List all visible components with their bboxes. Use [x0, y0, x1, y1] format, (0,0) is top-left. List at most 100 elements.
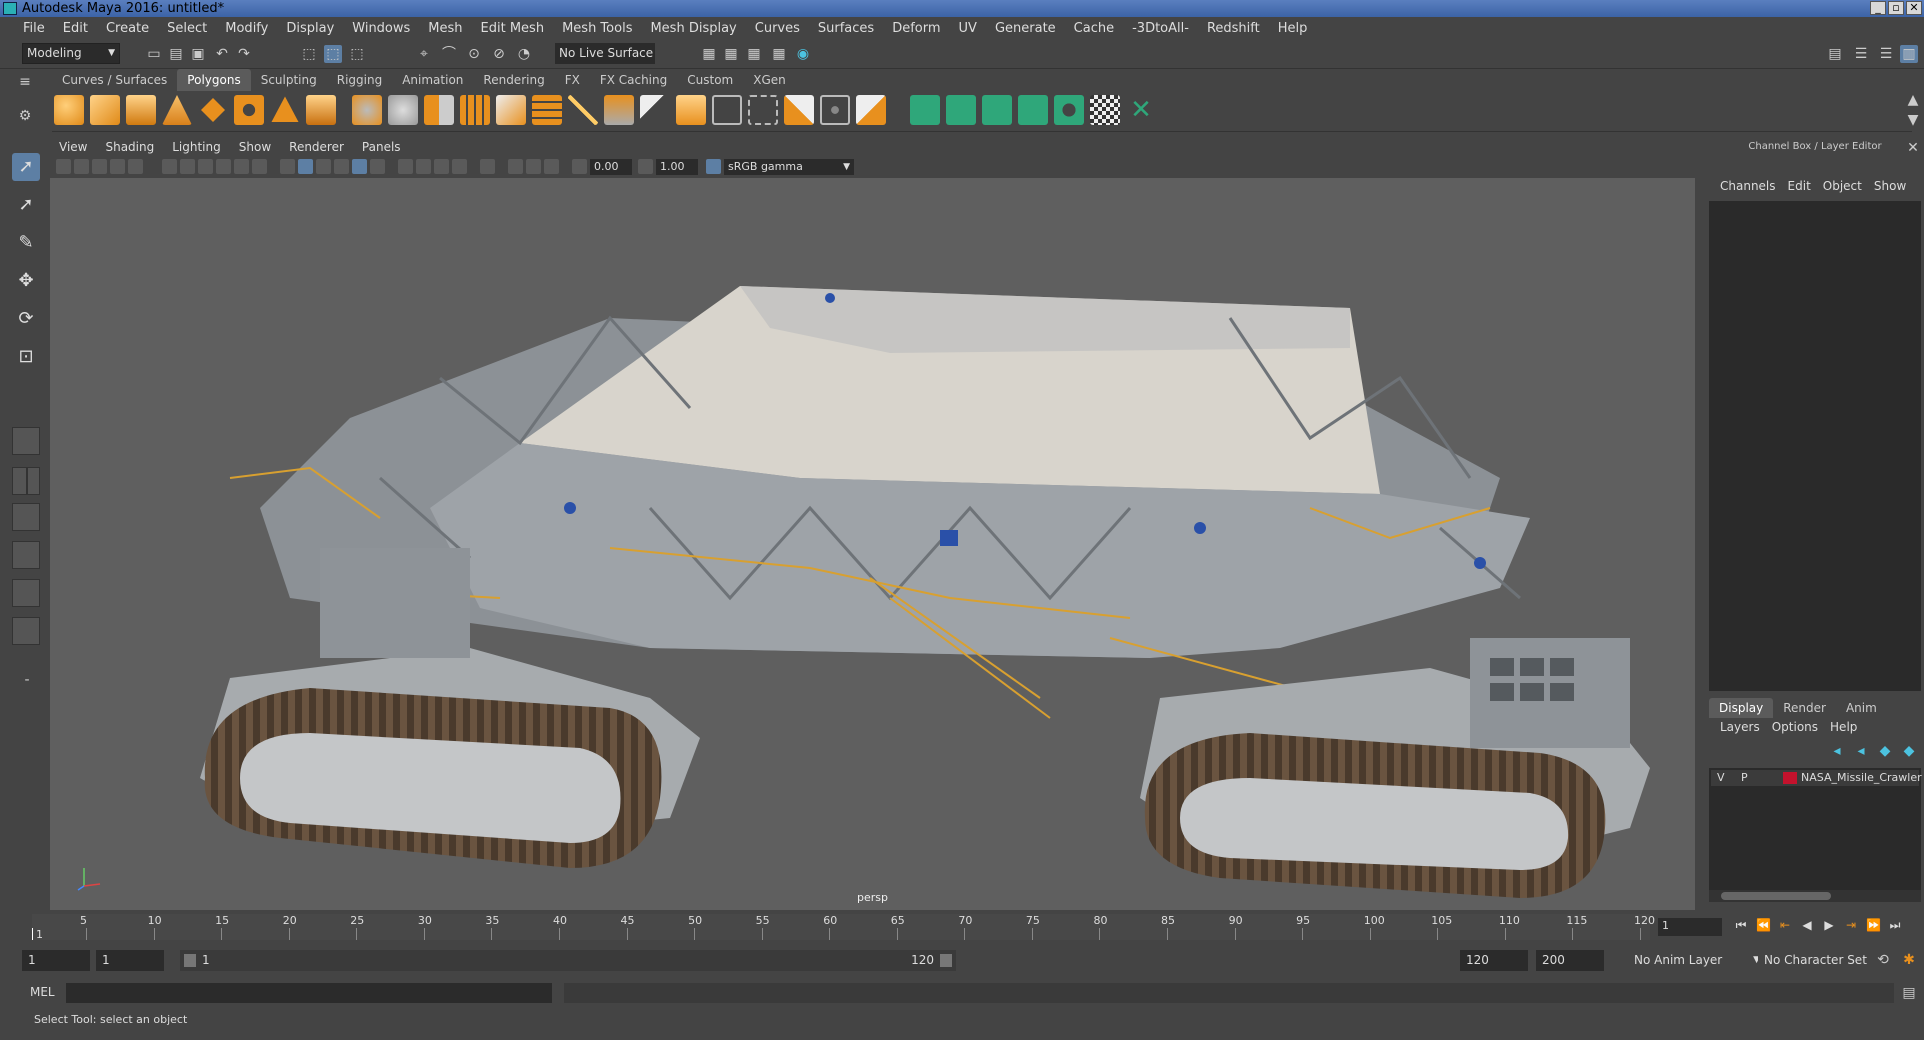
move-layer-down-icon[interactable]: ◂ — [1852, 742, 1870, 760]
panel-menu-renderer[interactable]: Renderer — [280, 139, 353, 156]
shelf-tab-fx-caching[interactable]: FX Caching — [590, 69, 677, 91]
textured-icon[interactable] — [334, 159, 349, 174]
smooth-shade-icon[interactable] — [298, 159, 313, 174]
uv-editor-icon[interactable]: ✕ — [1126, 95, 1156, 125]
target-weld-icon[interactable] — [784, 95, 814, 125]
shelf-settings-icon[interactable]: ⚙ — [16, 107, 34, 125]
layer-playback-toggle[interactable]: P — [1741, 770, 1748, 786]
range-end-handle[interactable] — [940, 954, 952, 967]
hypershade-icon[interactable]: ▦ — [770, 45, 788, 63]
tool-settings-icon[interactable]: ☰ — [1877, 45, 1895, 63]
menu-edit[interactable]: Edit — [54, 21, 97, 36]
snap-point-icon[interactable]: ⊙ — [465, 45, 483, 63]
smooth-icon[interactable] — [460, 95, 490, 125]
uv-planar-icon[interactable] — [910, 95, 940, 125]
anim-layer-select[interactable]: No Anim Layer ▼ — [1628, 950, 1760, 971]
poly-cube-icon[interactable] — [90, 95, 120, 125]
shelf-tab-fx[interactable]: FX — [555, 69, 590, 91]
use-all-lights-icon[interactable] — [352, 159, 367, 174]
step-forward-frame-icon[interactable]: ⇥ — [1844, 918, 1858, 932]
four-view-layout-icon[interactable] — [12, 467, 40, 495]
menu-select[interactable]: Select — [158, 21, 216, 36]
camera-bookmark-icon[interactable] — [74, 159, 89, 174]
isolate-select-icon[interactable] — [480, 159, 495, 174]
select-component-icon[interactable]: ⬚ — [348, 45, 366, 63]
render-view-icon[interactable]: ◉ — [794, 45, 812, 63]
paint-select-tool-icon[interactable]: ✎ — [12, 229, 40, 257]
exposure-icon[interactable] — [572, 159, 587, 174]
current-frame-field[interactable]: 1 — [1658, 918, 1722, 936]
modeling-toolkit-icon[interactable]: ▤ — [1826, 45, 1844, 63]
panel-menu-show[interactable]: Show — [230, 139, 280, 156]
render-settings-icon[interactable]: ▦ — [745, 45, 763, 63]
layer-menu-layers[interactable]: Layers — [1714, 720, 1766, 734]
shelf-tab-rigging[interactable]: Rigging — [327, 69, 392, 91]
motion-blur-icon[interactable] — [416, 159, 431, 174]
combine-icon[interactable] — [352, 95, 382, 125]
menu-cache[interactable]: Cache — [1065, 21, 1123, 36]
camera-attributes-icon[interactable] — [56, 159, 71, 174]
shelf-tab-animation[interactable]: Animation — [392, 69, 473, 91]
menu-curves[interactable]: Curves — [746, 21, 809, 36]
poly-pyramid-icon[interactable] — [271, 96, 299, 122]
snap-curve-icon[interactable]: ⌒ — [440, 45, 458, 63]
shelf-tab-polygons[interactable]: Polygons — [177, 69, 251, 91]
shelf-tab-rendering[interactable]: Rendering — [473, 69, 554, 91]
attribute-editor-icon[interactable]: ☰ — [1852, 45, 1870, 63]
uv-automatic-icon[interactable] — [1018, 95, 1048, 125]
xray-components-icon[interactable] — [544, 159, 559, 174]
poly-plane-icon[interactable] — [201, 98, 225, 122]
bridge-icon[interactable] — [568, 95, 598, 125]
single-perspective-layout-icon[interactable] — [12, 427, 40, 455]
shelf-tab-custom[interactable]: Custom — [677, 69, 743, 91]
menu-surfaces[interactable]: Surfaces — [809, 21, 883, 36]
tab-display[interactable]: Display — [1709, 698, 1774, 718]
gamma-field[interactable]: 1.00 — [656, 159, 698, 175]
panel-menu-panels[interactable]: Panels — [353, 139, 410, 156]
menu-edit-mesh[interactable]: Edit Mesh — [472, 21, 554, 36]
xray-icon[interactable] — [508, 159, 523, 174]
shelf-menu-icon[interactable]: ≡ — [16, 73, 34, 91]
menu-modify[interactable]: Modify — [216, 21, 277, 36]
animation-start-field[interactable]: 1 — [22, 950, 90, 971]
uv-cylindrical-icon[interactable] — [946, 95, 976, 125]
undo-icon[interactable]: ↶ — [213, 45, 231, 63]
wireframe-on-shaded-icon[interactable] — [316, 159, 331, 174]
menu-windows[interactable]: Windows — [343, 21, 419, 36]
panel-menu-view[interactable]: View — [50, 139, 96, 156]
image-plane-icon[interactable] — [92, 159, 107, 174]
shadows-icon[interactable] — [370, 159, 385, 174]
channel-menu-object[interactable]: Object — [1817, 179, 1868, 193]
playback-end-field[interactable]: 120 — [1460, 950, 1528, 971]
extrude-icon[interactable] — [532, 95, 562, 125]
animation-end-field[interactable]: 200 — [1536, 950, 1604, 971]
grid-icon[interactable] — [162, 159, 177, 174]
fill-hole-icon[interactable] — [676, 95, 706, 125]
multi-cut-icon[interactable] — [748, 95, 778, 125]
reduce-icon[interactable] — [496, 95, 526, 125]
poly-pipe-icon[interactable] — [306, 95, 336, 125]
layer-row[interactable]: V P NASA_Missile_Crawler — [1711, 770, 1922, 786]
insert-edge-loop-icon[interactable] — [712, 95, 742, 125]
select-object-icon[interactable]: ⬚ — [324, 45, 342, 63]
lasso-tool-icon[interactable]: ➚ — [12, 191, 40, 219]
command-language-label[interactable]: MEL — [30, 985, 55, 999]
view-transform-select[interactable]: sRGB gamma ▼ — [724, 159, 854, 175]
layer-menu-options[interactable]: Options — [1766, 720, 1824, 734]
render-frame-icon[interactable]: ▦ — [700, 45, 718, 63]
panel-menu-shading[interactable]: Shading — [96, 139, 163, 156]
menu-mesh-tools[interactable]: Mesh Tools — [553, 21, 641, 36]
shelf-scroll-down-icon[interactable]: ▼ — [1904, 111, 1922, 129]
color-management-icon[interactable] — [706, 159, 721, 174]
poly-cone-icon[interactable] — [162, 95, 192, 125]
rotate-tool-icon[interactable]: ⟳ — [12, 305, 40, 333]
auto-key-icon[interactable]: ⟲ — [1874, 951, 1892, 969]
minimize-button[interactable]: _ — [1870, 1, 1886, 15]
poly-torus-icon[interactable] — [234, 95, 264, 125]
menu-file[interactable]: File — [14, 21, 54, 36]
append-polygon-icon[interactable] — [640, 95, 670, 125]
range-start-handle[interactable] — [184, 954, 196, 967]
persp-graph-layout-icon[interactable] — [12, 541, 40, 569]
make-live-icon[interactable]: ◔ — [515, 45, 533, 63]
menu-display[interactable]: Display — [277, 21, 343, 36]
